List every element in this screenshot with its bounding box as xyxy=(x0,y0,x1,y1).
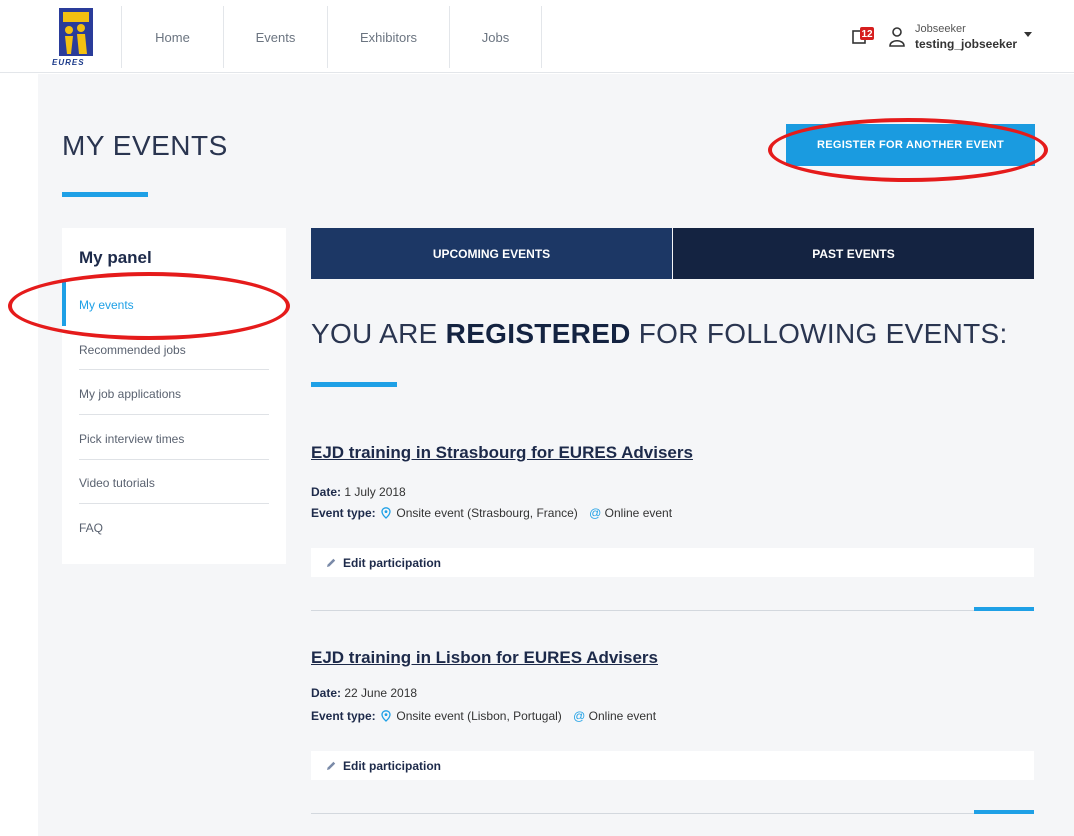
nav-events[interactable]: Events xyxy=(224,6,328,68)
edit-participation-button[interactable]: Edit participation xyxy=(311,751,1034,780)
heading-post: FOR FOLLOWING EVENTS: xyxy=(630,318,1008,349)
registered-heading: YOU ARE REGISTERED FOR FOLLOWING EVENTS: xyxy=(311,318,1008,350)
at-icon: @ xyxy=(589,506,602,520)
user-icon[interactable] xyxy=(888,27,906,47)
title-underline xyxy=(62,192,148,197)
nav-home[interactable]: Home xyxy=(122,6,224,68)
location-pin-icon xyxy=(381,710,391,722)
edit-participation-button[interactable]: Edit participation xyxy=(311,548,1034,577)
panel-item-interview-times[interactable]: Pick interview times xyxy=(79,432,269,446)
tab-upcoming-events[interactable]: UPCOMING EVENTS xyxy=(311,228,672,279)
annotation-ellipse-register xyxy=(768,118,1048,182)
event-date: Date: 22 June 2018 xyxy=(311,686,417,700)
panel-divider xyxy=(79,369,269,370)
nav-jobs[interactable]: Jobs xyxy=(450,6,542,68)
edit-participation-label: Edit participation xyxy=(343,555,442,570)
notifications-count: 12 xyxy=(861,29,873,40)
panel-item-video-tutorials[interactable]: Video tutorials xyxy=(79,476,269,490)
nav-exhibitors[interactable]: Exhibitors xyxy=(328,6,450,68)
separator-accent xyxy=(974,607,1034,611)
eures-logo[interactable]: EURES xyxy=(52,6,122,68)
top-navigation-bar: EURES Home Events Exhibitors Jobs 12 Job… xyxy=(0,0,1074,73)
event-title-link[interactable]: EJD training in Lisbon for EURES Adviser… xyxy=(311,648,658,668)
pencil-icon xyxy=(327,558,336,567)
online-event-text: Online event xyxy=(604,506,673,520)
user-role[interactable]: Jobseeker xyxy=(915,23,966,35)
heading-underline xyxy=(311,382,397,387)
panel-title: My panel xyxy=(79,248,152,267)
heading-pre: YOU ARE xyxy=(311,318,446,349)
event-type: Event type: Onsite event (Lisbon, Portug… xyxy=(311,709,656,723)
notifications-icon[interactable]: 12 xyxy=(852,27,874,45)
panel-item-recommended-jobs[interactable]: Recommended jobs xyxy=(79,343,269,357)
date-label: Date: xyxy=(311,686,342,700)
event-type: Event type: Onsite event (Strasbourg, Fr… xyxy=(311,506,672,520)
panel-divider xyxy=(79,459,269,460)
location-pin-icon xyxy=(381,507,391,519)
tab-past-events[interactable]: PAST EVENTS xyxy=(673,228,1034,279)
pencil-icon xyxy=(327,761,336,770)
event-title-link[interactable]: EJD training in Strasbourg for EURES Adv… xyxy=(311,443,693,463)
annotation-ellipse-my-events xyxy=(8,272,290,340)
panel-divider xyxy=(79,503,269,504)
event-type-label: Event type: xyxy=(311,506,376,520)
heading-bold: REGISTERED xyxy=(445,318,631,349)
user-name[interactable]: testing_jobseeker xyxy=(915,37,1017,51)
date-value: 22 June 2018 xyxy=(341,686,418,700)
chevron-down-icon[interactable] xyxy=(1024,32,1032,37)
logo-text: EURES xyxy=(52,58,85,67)
date-value: 1 July 2018 xyxy=(341,485,406,499)
onsite-event-text: Onsite event (Strasbourg, France) xyxy=(396,506,578,520)
event-separator xyxy=(311,813,1034,814)
onsite-event-text: Onsite event (Lisbon, Portugal) xyxy=(396,709,562,723)
panel-item-faq[interactable]: FAQ xyxy=(79,521,269,535)
edit-participation-label: Edit participation xyxy=(343,758,442,773)
separator-accent xyxy=(974,810,1034,814)
page-title: MY EVENTS xyxy=(62,130,228,161)
event-type-label: Event type: xyxy=(311,709,376,723)
date-label: Date: xyxy=(311,485,342,499)
online-event-text: Online event xyxy=(588,709,657,723)
event-date: Date: 1 July 2018 xyxy=(311,485,406,499)
at-icon: @ xyxy=(573,709,586,723)
panel-item-job-applications[interactable]: My job applications xyxy=(79,387,269,401)
panel-divider xyxy=(79,414,269,415)
main-nav: Home Events Exhibitors Jobs xyxy=(122,6,542,68)
event-separator xyxy=(311,610,1034,611)
